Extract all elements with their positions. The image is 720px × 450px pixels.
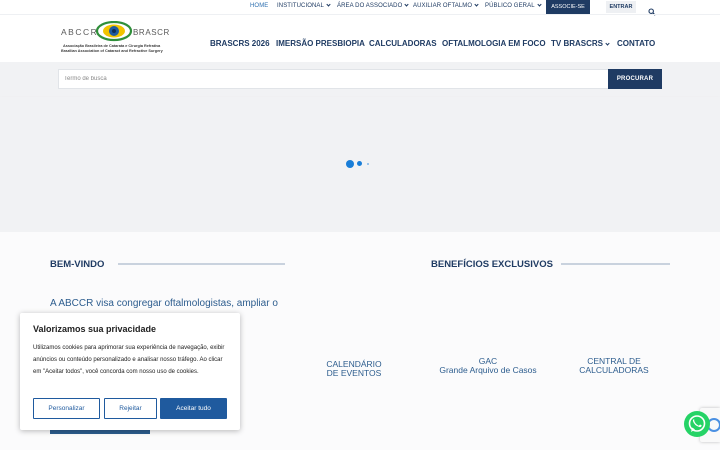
benefit-calendario[interactable]: CALENDÁRIO DE EVENTOS [318, 360, 390, 378]
utility-bar: HOME INSTITUCIONAL ÁREA DO ASSOCIADO AUX… [0, 0, 720, 16]
welcome-button[interactable] [50, 430, 150, 434]
entrar-button[interactable]: ENTRAR [606, 1, 636, 13]
chevron-down-icon [474, 2, 479, 7]
cookie-text: Utilizamos cookies para aprimorar sua ex… [33, 345, 225, 375]
chevron-down-icon [537, 2, 542, 7]
logo-abccr-text: ABCCR [61, 27, 98, 37]
divider [561, 263, 670, 265]
topbar-item-auxiliar-oftalmo[interactable]: AUXILIAR OFTALMO [413, 2, 479, 9]
loader-dot [357, 161, 362, 166]
nav-item-tv-brascrs[interactable]: TV BRASCRS [551, 39, 610, 48]
customize-button[interactable]: Personalizar [33, 398, 100, 419]
benefit-calculadoras[interactable]: CENTRAL DE CALCULADORAS [572, 357, 656, 375]
site-header: ABCCR BRASCRS Associação Brasileira de C… [0, 14, 720, 62]
topbar-item-area-associado[interactable]: ÁREA DO ASSOCIADO [337, 2, 410, 9]
site-logo[interactable]: ABCCR BRASCRS Associação Brasileira de C… [60, 20, 175, 61]
nav-item-imersao-presbiopia[interactable]: IMERSÃO PRESBIOPIA [276, 39, 365, 48]
whatsapp-button[interactable] [684, 411, 710, 437]
loader-dot [367, 163, 369, 165]
divider [118, 263, 285, 265]
search-bar: PROCURAR [0, 62, 720, 97]
search-input[interactable] [58, 69, 609, 89]
chevron-down-icon [326, 2, 331, 7]
hero-slider [0, 97, 720, 232]
benefits-title: BENEFÍCIOS EXCLUSIVOS [431, 259, 553, 270]
nav-item-brascrs-2026[interactable]: BRASCRS 2026 [210, 39, 270, 48]
topbar-item-institucional[interactable]: INSTITUCIONAL [277, 2, 331, 9]
whatsapp-icon [688, 415, 706, 432]
welcome-text: A ABCCR visa congregar oftalmologistas, … [50, 298, 278, 309]
benefit-gac[interactable]: GAC Grande Arquivo de Casos [430, 357, 546, 375]
reject-button[interactable]: Rejeitar [104, 398, 157, 419]
chevron-down-icon [605, 41, 610, 46]
topbar-item-publico-geral[interactable]: PÚBLICO GERAL [485, 2, 542, 9]
loader-dot [346, 160, 354, 168]
accept-all-button[interactable]: Aceitar tudo [160, 398, 227, 419]
topbar-item-home[interactable]: HOME [250, 3, 268, 9]
nav-item-contato[interactable]: CONTATO [617, 39, 655, 48]
associe-se-button[interactable]: ASSOCIE-SE [546, 0, 590, 14]
nav-item-calculadoras[interactable]: CALCULADORAS [369, 39, 437, 48]
logo-line2: Brazilian Association of Cataract and Re… [61, 49, 164, 53]
cookie-title: Valorizamos sua privacidade [33, 324, 157, 334]
nav-item-oftalmologia-em-foco[interactable]: OFTALMOLOGIA EM FOCO [442, 39, 546, 48]
logo-line1: Associação Brasileira de Catarata e Ciru… [63, 44, 161, 48]
cookie-consent-banner: Valorizamos sua privacidade Utilizamos c… [20, 313, 240, 430]
chevron-down-icon [404, 2, 410, 7]
procurar-button[interactable]: PROCURAR [608, 69, 662, 89]
welcome-title: BEM-VINDO [50, 259, 105, 270]
logo-brascrs-text: BRASCRS [133, 28, 170, 37]
